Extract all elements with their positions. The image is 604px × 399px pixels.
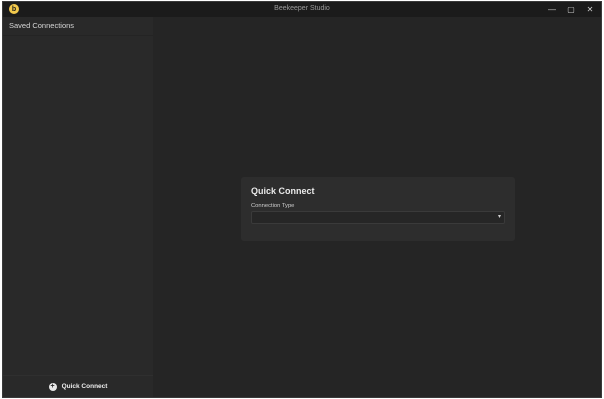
window-title: Beekeeper Studio [274, 5, 330, 12]
connection-type-label: Connection Type [251, 203, 295, 209]
quick-connect-button[interactable]: + Quick Connect [3, 375, 153, 397]
app-window: b Beekeeper Studio — ▢ ✕ Saved Connectio… [2, 1, 602, 398]
saved-connections-header: Saved Connections [3, 17, 153, 36]
caret-down-icon: ▾ [497, 214, 501, 220]
card-title: Quick Connect [251, 186, 315, 196]
title-bar: b Beekeeper Studio — ▢ ✕ [3, 2, 601, 17]
connection-type-select[interactable]: ▾ [251, 211, 505, 224]
close-button[interactable]: ✕ [579, 2, 601, 17]
plus-circle-icon: + [48, 382, 57, 391]
sidebar: Saved Connections + Quick Connect [3, 17, 154, 397]
quick-connect-card: Quick Connect Connection Type ▾ [241, 177, 515, 241]
main-content: Quick Connect Connection Type ▾ [153, 17, 601, 397]
close-icon: ✕ [586, 5, 594, 14]
maximize-icon: ▢ [567, 5, 575, 14]
minimize-icon: — [548, 5, 556, 14]
quick-connect-label: Quick Connect [61, 383, 108, 390]
